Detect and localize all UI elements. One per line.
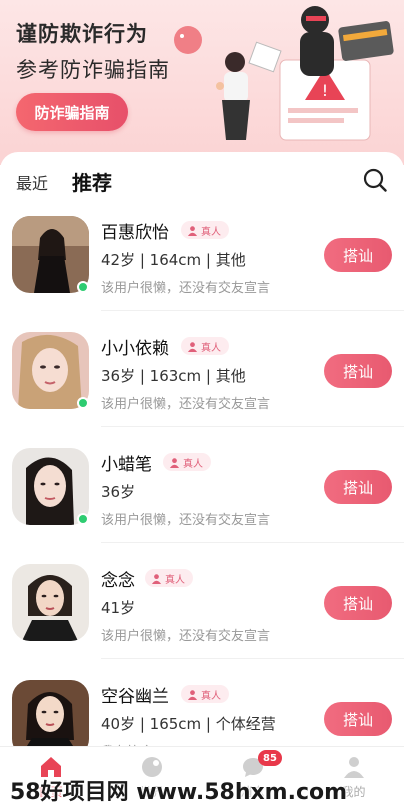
online-indicator — [77, 513, 89, 525]
user-name: 空谷幽兰 — [101, 687, 169, 707]
person-icon — [187, 689, 198, 700]
person-icon — [187, 225, 198, 236]
user-slogan: 该用户很懒，还没有交友宣言 — [101, 513, 271, 528]
online-indicator — [77, 281, 89, 293]
online-indicator — [77, 397, 89, 409]
list-item[interactable]: 小小依赖 真人 36岁 | 163cm | 其他 该用户很懒，还没有交友宣言 搭… — [0, 332, 404, 448]
anti-fraud-banner[interactable]: 谨防欺诈行为 参考防诈骗指南 防诈骗指南 ! — [0, 0, 404, 165]
chat-up-button[interactable]: 搭讪 — [324, 354, 392, 388]
user-name: 小小依赖 — [101, 339, 169, 359]
tab-recommend[interactable]: 推荐 — [72, 167, 112, 196]
verified-badge-label: 真人 — [201, 226, 221, 238]
divider — [101, 542, 404, 543]
user-name: 小蜡笔 — [101, 455, 152, 475]
verified-badge: 真人 — [145, 569, 193, 587]
list-item[interactable]: 念念 真人 41岁 该用户很懒，还没有交友宣言 搭讪 — [0, 564, 404, 680]
chat-up-button[interactable]: 搭讪 — [324, 470, 392, 504]
divider — [101, 310, 404, 311]
banner-illustration: ! — [174, 6, 394, 141]
banner-title: 谨防欺诈行为 — [16, 22, 148, 46]
avatar[interactable] — [12, 448, 89, 525]
divider — [101, 658, 404, 659]
verified-badge: 真人 — [163, 453, 211, 471]
verified-badge: 真人 — [181, 685, 229, 703]
banner-subtitle: 参考防诈骗指南 — [16, 58, 170, 82]
person-icon — [151, 573, 162, 584]
svg-text:!: ! — [322, 81, 328, 100]
watermark: 58好项目网 www.58hxm.com — [10, 780, 348, 805]
user-slogan: 该用户很懒，还没有交友宣言 — [101, 629, 271, 644]
avatar[interactable] — [12, 564, 89, 641]
avatar[interactable] — [12, 216, 89, 293]
verified-badge-label: 真人 — [201, 690, 221, 702]
divider — [101, 426, 404, 427]
user-slogan: 该用户很懒，还没有交友宣言 — [101, 281, 271, 296]
verified-badge-label: 真人 — [165, 574, 185, 586]
user-name: 百惠欣怡 — [101, 223, 169, 243]
unread-count-badge: 85 — [258, 750, 282, 766]
chat-up-button[interactable]: 搭讪 — [324, 702, 392, 736]
avatar[interactable] — [12, 332, 89, 409]
person-icon — [187, 341, 198, 352]
user-info: 36岁 | 163cm | 其他 — [101, 367, 246, 385]
chat-up-button[interactable]: 搭讪 — [324, 586, 392, 620]
tab-recent[interactable]: 最近 — [16, 170, 48, 194]
search-icon[interactable] — [361, 166, 389, 194]
person-icon — [169, 457, 180, 468]
list-item[interactable]: 百惠欣怡 真人 42岁 | 164cm | 其他 该用户很懒，还没有交友宣言 搭… — [0, 216, 404, 332]
user-info: 42岁 | 164cm | 其他 — [101, 251, 246, 269]
verified-badge: 真人 — [181, 337, 229, 355]
user-info: 36岁 — [101, 483, 136, 501]
tab-bar: 最近 推荐 — [0, 152, 404, 210]
verified-badge-label: 真人 — [183, 458, 203, 470]
verified-badge: 真人 — [181, 221, 229, 239]
anti-fraud-guide-button[interactable]: 防诈骗指南 — [16, 93, 128, 131]
main-sheet: 最近 推荐 百惠欣怡 真人 42岁 | 164cm | 其他 该用户很懒，还没有… — [0, 152, 404, 808]
user-name: 念念 — [101, 571, 135, 591]
user-slogan: 该用户很懒，还没有交友宣言 — [101, 397, 271, 412]
verified-badge-label: 真人 — [201, 342, 221, 354]
user-info: 41岁 — [101, 599, 136, 617]
list-item[interactable]: 小蜡笔 真人 36岁 该用户很懒，还没有交友宣言 搭讪 — [0, 448, 404, 564]
user-info: 40岁 | 165cm | 个体经营 — [101, 715, 276, 733]
chat-up-button[interactable]: 搭讪 — [324, 238, 392, 272]
